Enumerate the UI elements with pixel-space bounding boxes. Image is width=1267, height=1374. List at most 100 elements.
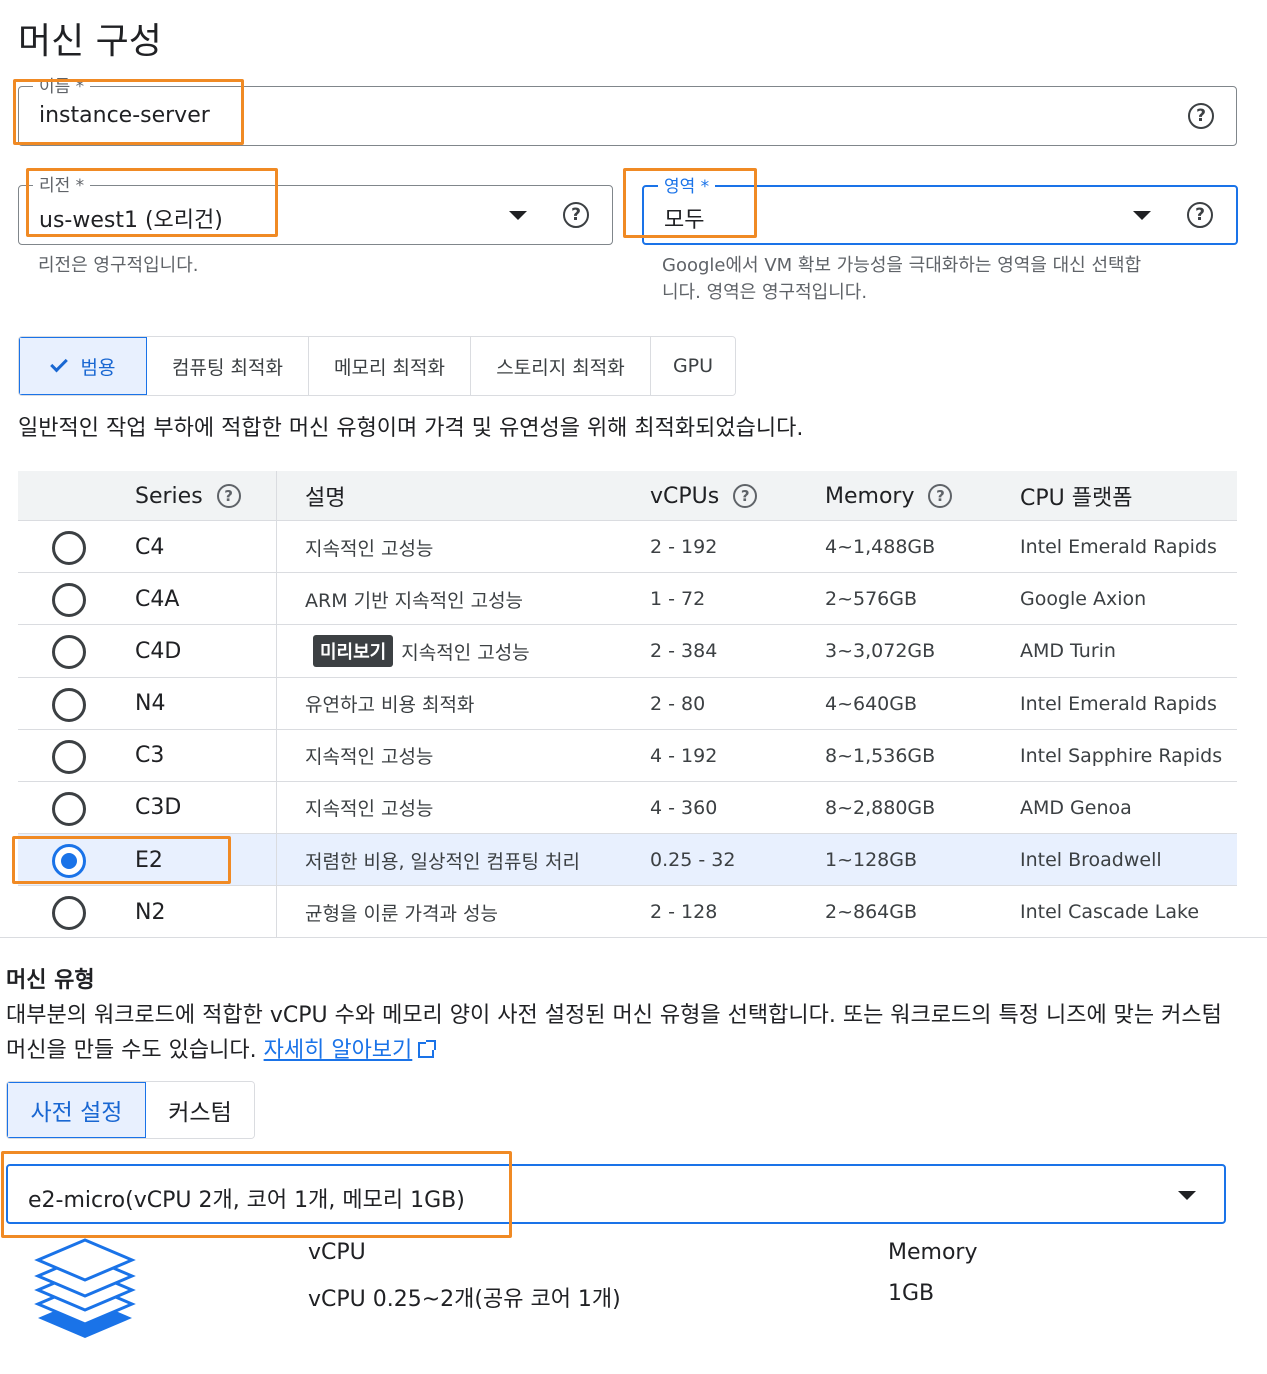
description-cell: ARM 기반 지속적인 고성능 xyxy=(305,589,524,612)
series-cell: C3D xyxy=(135,795,182,821)
header-vcpus-label: vCPUs xyxy=(650,483,720,509)
vcpus-cell: 2 - 192 xyxy=(650,536,718,558)
region-hint: 리전은 영구적입니다. xyxy=(38,255,199,276)
zone-field-value: 모두 xyxy=(664,208,705,233)
tab-general-purpose[interactable]: 범용 xyxy=(19,337,147,395)
series-cell: C4 xyxy=(135,534,165,560)
region-field-label: 리전 * xyxy=(33,176,91,196)
series-help-icon[interactable]: ? xyxy=(216,484,241,508)
tab-label: GPU xyxy=(672,355,714,377)
cpu-platform-cell: Intel Emerald Rapids xyxy=(1020,536,1217,558)
machine-type-title: 머신 유형 xyxy=(6,968,95,993)
series-radio[interactable] xyxy=(52,583,86,618)
header-memory: Memory ? xyxy=(825,471,953,521)
preview-badge: 미리보기 xyxy=(313,635,394,668)
memory-cell: 1~128GB xyxy=(825,849,918,872)
description-cell: 미리보기 지속적인 고성능 xyxy=(305,625,530,677)
table-row[interactable]: C4A ARM 기반 지속적인 고성능 1 - 72 2~576GB Googl… xyxy=(18,573,1237,626)
memory-help-icon[interactable]: ? xyxy=(928,484,953,508)
series-radio[interactable] xyxy=(52,739,86,774)
cpu-platform-cell: Intel Broadwell xyxy=(1020,849,1162,872)
zone-help-icon[interactable]: ? xyxy=(1187,202,1213,228)
region-help-icon[interactable]: ? xyxy=(563,202,589,228)
tab-preset-label: 사전 설정 xyxy=(30,1100,123,1126)
section-divider xyxy=(0,937,1267,938)
name-field[interactable]: 이름 * instance-server ? xyxy=(18,77,1237,146)
header-description-label: 설명 xyxy=(305,486,346,511)
description-cell: 균형을 이룬 가격과 성능 xyxy=(305,902,498,925)
name-help-icon[interactable]: ? xyxy=(1188,103,1214,129)
name-field-label: 이름 * xyxy=(33,77,91,97)
description-text: 지속적인 고성능 xyxy=(401,641,530,664)
vcpus-cell: 4 - 360 xyxy=(650,796,718,819)
learn-more-link[interactable]: 자세히 알아보기 xyxy=(263,1038,437,1063)
vcpu-value: vCPU 0.25~2개(공유 코어 1개) xyxy=(308,1287,621,1312)
series-cell: N2 xyxy=(135,899,166,925)
table-row[interactable]: C4 지속적인 고성능 2 - 192 4~1,488GB Intel Emer… xyxy=(18,521,1237,574)
table-row[interactable]: N2 균형을 이룬 가격과 성능 2 - 128 2~864GB Intel C… xyxy=(18,886,1237,938)
header-cpu-platform-label: CPU 플랫폼 xyxy=(1020,486,1133,511)
learn-more-label: 자세히 알아보기 xyxy=(263,1038,413,1063)
vcpus-help-icon[interactable]: ? xyxy=(733,484,758,508)
tab-memory-optimized[interactable]: 메모리 최적화 xyxy=(309,337,471,395)
series-radio[interactable] xyxy=(52,687,86,722)
category-description: 일반적인 작업 부하에 적합한 머신 유형이며 가격 및 유연성을 위해 최적화… xyxy=(18,416,804,441)
series-cell: C3 xyxy=(135,743,165,769)
memory-cell: 4~640GB xyxy=(825,692,918,715)
zone-dropdown-icon[interactable] xyxy=(1133,211,1151,220)
machine-type-description: 대부분의 워크로드에 적합한 vCPU 수와 메모리 양이 사전 설정된 머신 … xyxy=(6,998,1246,1068)
machine-type-dropdown-icon[interactable] xyxy=(1178,1191,1196,1200)
header-cpu-platform: CPU 플랫폼 xyxy=(1020,471,1132,521)
cpu-platform-cell: AMD Turin xyxy=(1020,640,1116,663)
region-select[interactable]: 리전 * us-west1 (오리건) ? xyxy=(18,176,613,245)
table-row[interactable]: C4D 미리보기 지속적인 고성능 2 - 384 3~3,072GB AMD … xyxy=(18,625,1237,678)
memory-value: 1GB xyxy=(888,1281,935,1306)
cpu-platform-cell: Intel Sapphire Rapids xyxy=(1020,744,1223,767)
name-field-value: instance-server xyxy=(39,103,210,128)
memory-cell: 2~576GB xyxy=(825,588,918,611)
header-vcpus: vCPUs ? xyxy=(650,471,758,521)
description-cell: 유연하고 비용 최적화 xyxy=(305,694,475,717)
tab-preset[interactable]: 사전 설정 xyxy=(7,1082,146,1138)
series-radio[interactable] xyxy=(52,635,86,670)
description-cell: 지속적인 고성능 xyxy=(305,746,434,769)
zone-hint-line2: 니다. 영역은 영구적입니다. xyxy=(662,282,868,303)
series-radio[interactable] xyxy=(52,791,86,826)
column-divider xyxy=(276,471,277,937)
vcpus-cell: 2 - 384 xyxy=(650,640,718,663)
series-radio[interactable] xyxy=(52,896,86,931)
machine-type-select[interactable]: e2-micro(vCPU 2개, 코어 1개, 메모리 1GB) xyxy=(6,1164,1226,1224)
table-row[interactable]: C3D 지속적인 고성능 4 - 360 8~2,880GB AMD Genoa xyxy=(18,782,1237,835)
region-dropdown-icon[interactable] xyxy=(509,211,527,220)
zone-select[interactable]: 영역 * 모두 ? xyxy=(642,177,1238,245)
header-memory-label: Memory xyxy=(825,483,915,509)
machine-family-tabs: 범용 컴퓨팅 최적화 메모리 최적화 스토리지 최적화 GPU xyxy=(18,336,736,396)
zone-field-label: 영역 * xyxy=(658,177,716,197)
cpu-platform-cell: Intel Emerald Rapids xyxy=(1020,692,1217,715)
memory-cell: 4~1,488GB xyxy=(825,536,936,558)
series-radio[interactable] xyxy=(52,531,86,565)
table-row[interactable]: N4 유연하고 비용 최적화 2 - 80 4~640GB Intel Emer… xyxy=(18,678,1237,730)
external-link-icon xyxy=(418,1040,437,1058)
vcpus-cell: 2 - 80 xyxy=(650,692,706,715)
series-radio-selected[interactable] xyxy=(52,844,86,879)
series-cell: C4D xyxy=(135,638,182,664)
table-row[interactable]: C3 지속적인 고성능 4 - 192 8~1,536GB Intel Sapp… xyxy=(18,730,1237,782)
vcpu-label: vCPU xyxy=(308,1240,366,1265)
page-title: 머신 구성 xyxy=(18,21,162,62)
table-row-selected[interactable]: E2 저렴한 비용, 일상적인 컴퓨팅 처리 0.25 - 32 1~128GB… xyxy=(18,834,1237,887)
header-series-label: Series xyxy=(135,483,203,509)
machine-type-value: e2-micro(vCPU 2개, 코어 1개, 메모리 1GB) xyxy=(28,1188,465,1213)
tab-custom[interactable]: 커스텀 xyxy=(146,1082,254,1138)
tab-storage-optimized[interactable]: 스토리지 최적화 xyxy=(471,337,651,395)
vcpus-cell: 0.25 - 32 xyxy=(650,849,736,872)
series-table: Series ? 설명 vCPUs ? Memory ? CPU 플랫폼 C4 … xyxy=(18,471,1237,939)
memory-cell: 3~3,072GB xyxy=(825,640,936,663)
zone-hint: Google에서 VM 확보 가능성을 극대화하는 영역을 대신 선택합 니다.… xyxy=(662,252,1222,306)
description-cell: 지속적인 고성능 xyxy=(305,537,434,560)
tab-gpu[interactable]: GPU xyxy=(651,337,735,395)
memory-cell: 2~864GB xyxy=(825,901,918,924)
series-cell: C4A xyxy=(135,586,180,612)
machine-type-tabs: 사전 설정 커스텀 xyxy=(6,1081,255,1139)
tab-compute-optimized[interactable]: 컴퓨팅 최적화 xyxy=(147,337,309,395)
